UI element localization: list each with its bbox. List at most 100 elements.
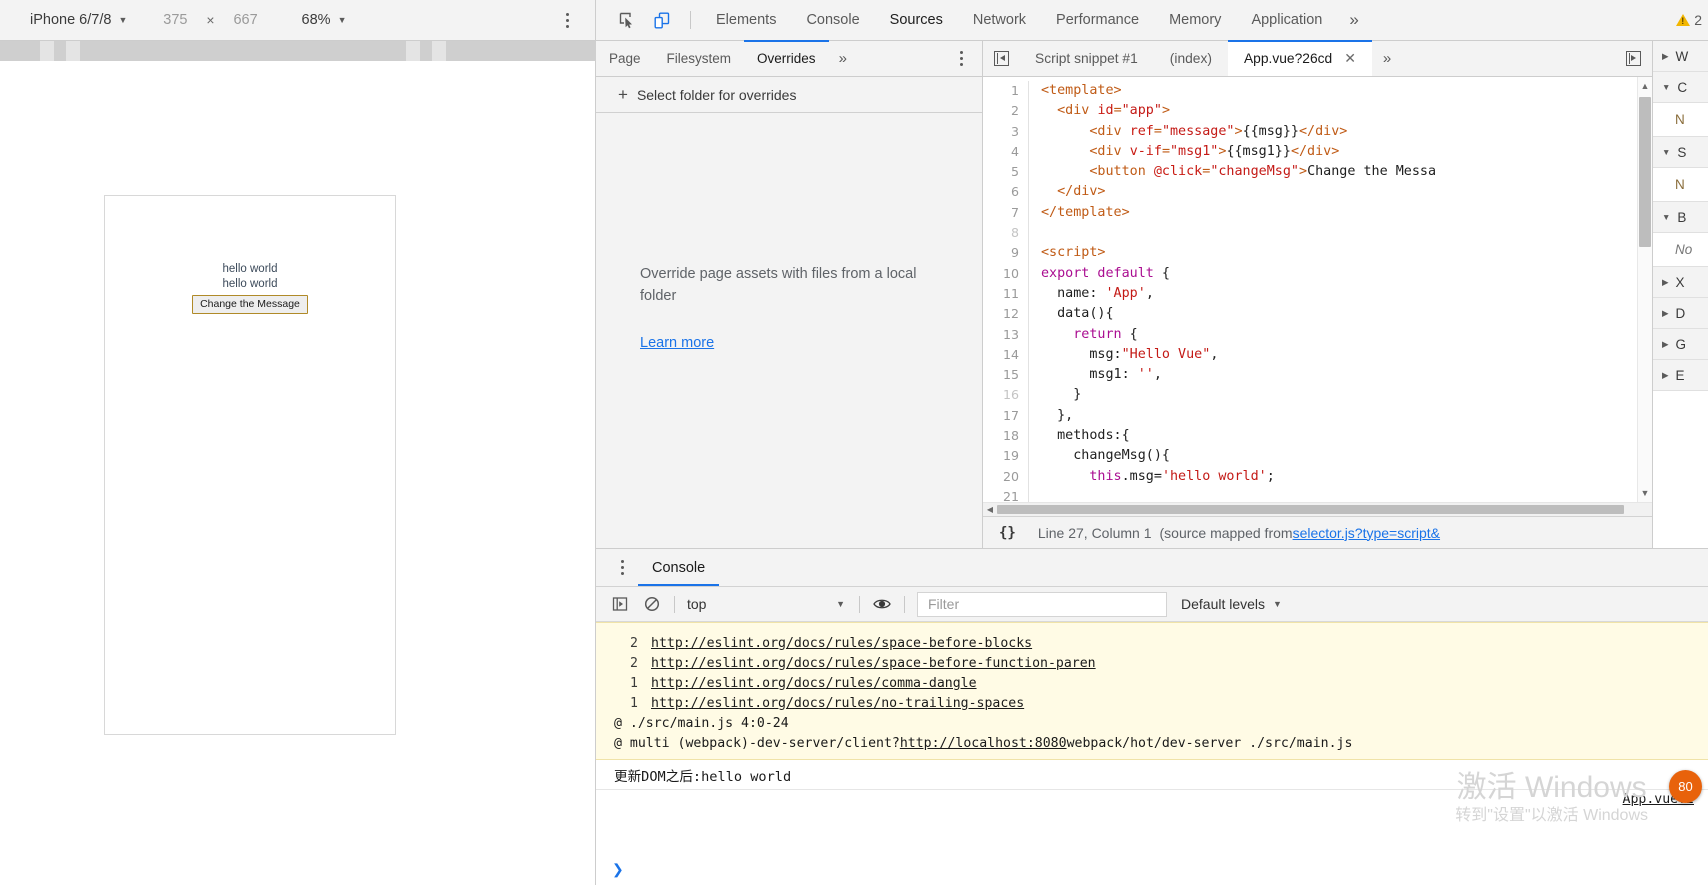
scroll-up-icon[interactable]: ▲ xyxy=(1638,79,1652,93)
clear-console-icon[interactable] xyxy=(636,590,668,618)
warning-indicator[interactable]: 2 xyxy=(1676,12,1708,28)
console-message-list[interactable]: 2 http://eslint.org/docs/rules/space-bef… xyxy=(596,622,1708,853)
code-viewport[interactable]: 1<template>2 <div id="app">3 <div ref="m… xyxy=(983,77,1637,502)
editor-tab-index[interactable]: (index) xyxy=(1154,41,1228,76)
debug-section-breakpoints[interactable]: ▼ B xyxy=(1653,202,1708,233)
hscrollbar-thumb[interactable] xyxy=(997,505,1624,514)
tab-console[interactable]: Console xyxy=(791,0,874,40)
scroll-left-icon[interactable]: ◀ xyxy=(983,505,997,514)
nav-tab-page[interactable]: Page xyxy=(596,41,654,76)
line-number[interactable]: 10 xyxy=(983,264,1029,284)
debug-section-watch[interactable]: ▶ W xyxy=(1653,41,1708,72)
select-folder-for-overrides-button[interactable]: + Select folder for overrides xyxy=(596,77,982,113)
line-number[interactable]: 3 xyxy=(983,122,1029,142)
tab-performance[interactable]: Performance xyxy=(1041,0,1154,40)
console-filter-input[interactable]: Filter xyxy=(917,592,1167,617)
debug-section-call-stack[interactable]: ▼ C xyxy=(1653,72,1708,103)
code-line-content[interactable]: methods:{ xyxy=(1029,426,1130,446)
line-number[interactable]: 4 xyxy=(983,142,1029,162)
line-number[interactable]: 15 xyxy=(983,365,1029,385)
collapse-navigator-icon[interactable] xyxy=(983,42,1019,76)
code-line-content[interactable] xyxy=(1029,487,1041,502)
code-line-content[interactable]: data(){ xyxy=(1029,304,1114,324)
line-number[interactable]: 13 xyxy=(983,325,1029,345)
live-expression-icon[interactable] xyxy=(866,590,898,618)
scroll-down-icon[interactable]: ▼ xyxy=(1638,486,1652,500)
device-selector[interactable]: iPhone 6/7/8 ▼ xyxy=(30,12,127,28)
emulated-page-viewport[interactable]: hello world hello world Change the Messa… xyxy=(104,195,396,735)
editor-vertical-scrollbar[interactable]: ▲ ▼ xyxy=(1637,77,1652,502)
device-toolbar-more-options-button[interactable] xyxy=(553,6,581,34)
source-code[interactable]: 1<template>2 <div id="app">3 <div ref="m… xyxy=(983,77,1637,502)
line-number[interactable]: 20 xyxy=(983,467,1029,487)
device-height-input[interactable]: 667 xyxy=(224,12,268,28)
code-line-content[interactable]: name: 'App', xyxy=(1029,284,1154,304)
debug-section-event-listener-breakpoints[interactable]: ▶ E xyxy=(1653,360,1708,391)
line-number[interactable]: 2 xyxy=(983,101,1029,121)
change-message-button[interactable]: Change the Message xyxy=(192,295,308,314)
code-line-content[interactable]: <button @click="changeMsg">Change the Me… xyxy=(1029,162,1436,182)
drawer-more-options-button[interactable] xyxy=(606,553,638,583)
localhost-link[interactable]: http://localhost:8080 xyxy=(900,736,1067,751)
editor-tab-app-vue[interactable]: App.vue?26cd ✕ xyxy=(1228,41,1372,76)
show-debugger-sidebar-icon[interactable] xyxy=(1614,42,1652,76)
execution-context-icon[interactable] xyxy=(604,590,636,618)
code-line-content[interactable]: } xyxy=(1029,385,1081,405)
close-icon[interactable]: ✕ xyxy=(1344,50,1356,67)
more-tabs-icon[interactable]: » xyxy=(1337,10,1370,30)
code-line-content[interactable]: <template> xyxy=(1029,81,1122,101)
error-count-badge[interactable]: 80 xyxy=(1669,770,1702,803)
tab-console-drawer[interactable]: Console xyxy=(638,549,719,586)
code-line-content[interactable]: export default { xyxy=(1029,264,1170,284)
more-editor-tabs-icon[interactable]: » xyxy=(1372,50,1402,67)
line-number[interactable]: 19 xyxy=(983,446,1029,466)
code-line-content[interactable]: <div v-if="msg1">{{msg1}}</div> xyxy=(1029,142,1339,162)
tab-network[interactable]: Network xyxy=(958,0,1041,40)
code-line-content[interactable]: }, xyxy=(1029,406,1073,426)
debug-section-dom-breakpoints[interactable]: ▶ D xyxy=(1653,298,1708,329)
line-number[interactable]: 8 xyxy=(983,223,1029,243)
zoom-selector[interactable]: 68% ▼ xyxy=(302,12,347,28)
nav-tab-filesystem[interactable]: Filesystem xyxy=(654,41,745,76)
code-line-content[interactable] xyxy=(1029,223,1041,243)
eslint-rule-link[interactable]: http://eslint.org/docs/rules/space-befor… xyxy=(651,656,1096,671)
line-number[interactable]: 12 xyxy=(983,304,1029,324)
debug-section-global-listeners[interactable]: ▶ G xyxy=(1653,329,1708,360)
code-line-content[interactable]: </template> xyxy=(1029,203,1130,223)
code-line-content[interactable]: <script> xyxy=(1029,243,1106,263)
tab-elements[interactable]: Elements xyxy=(701,0,791,40)
device-width-input[interactable]: 375 xyxy=(153,12,197,28)
tab-sources[interactable]: Sources xyxy=(875,0,958,40)
code-line-content[interactable]: <div id="app"> xyxy=(1029,101,1170,121)
nav-tab-overrides[interactable]: Overrides xyxy=(744,41,829,76)
line-number[interactable]: 18 xyxy=(983,426,1029,446)
code-line-content[interactable]: msg:"Hello Vue", xyxy=(1029,345,1218,365)
line-number[interactable]: 7 xyxy=(983,203,1029,223)
line-number[interactable]: 9 xyxy=(983,243,1029,263)
more-navigator-tabs-icon[interactable]: » xyxy=(829,50,857,67)
tab-application[interactable]: Application xyxy=(1236,0,1337,40)
pretty-print-icon[interactable]: {} xyxy=(999,525,1016,541)
line-number[interactable]: 21 xyxy=(983,487,1029,502)
code-line-content[interactable]: <div ref="message">{{msg}}</div> xyxy=(1029,122,1347,142)
source-map-link[interactable]: selector.js?type=script& xyxy=(1293,525,1440,541)
eslint-rule-link[interactable]: http://eslint.org/docs/rules/no-trailing… xyxy=(651,696,1024,711)
editor-tab-script-snippet[interactable]: Script snippet #1 xyxy=(1019,41,1154,76)
device-toolbar-icon[interactable] xyxy=(646,5,680,35)
inspect-element-icon[interactable] xyxy=(610,5,644,35)
scrollbar-thumb[interactable] xyxy=(1639,97,1651,247)
line-number[interactable]: 6 xyxy=(983,182,1029,202)
navigator-more-options-button[interactable] xyxy=(946,44,976,74)
tab-memory[interactable]: Memory xyxy=(1154,0,1236,40)
line-number[interactable]: 17 xyxy=(983,406,1029,426)
console-input-prompt[interactable]: ❯ xyxy=(596,853,1708,885)
editor-horizontal-scrollbar[interactable]: ◀ xyxy=(983,502,1652,516)
code-line-content[interactable]: msg1: '', xyxy=(1029,365,1162,385)
line-number[interactable]: 1 xyxy=(983,81,1029,101)
log-levels-selector[interactable]: Default levels ▼ xyxy=(1181,592,1282,616)
code-line-content[interactable]: return { xyxy=(1029,325,1138,345)
learn-more-link[interactable]: Learn more xyxy=(640,335,714,351)
code-line-content[interactable]: this.msg='hello world'; xyxy=(1029,467,1275,487)
code-line-content[interactable]: changeMsg(){ xyxy=(1029,446,1170,466)
execution-context-selector[interactable]: top ▼ xyxy=(681,592,853,616)
